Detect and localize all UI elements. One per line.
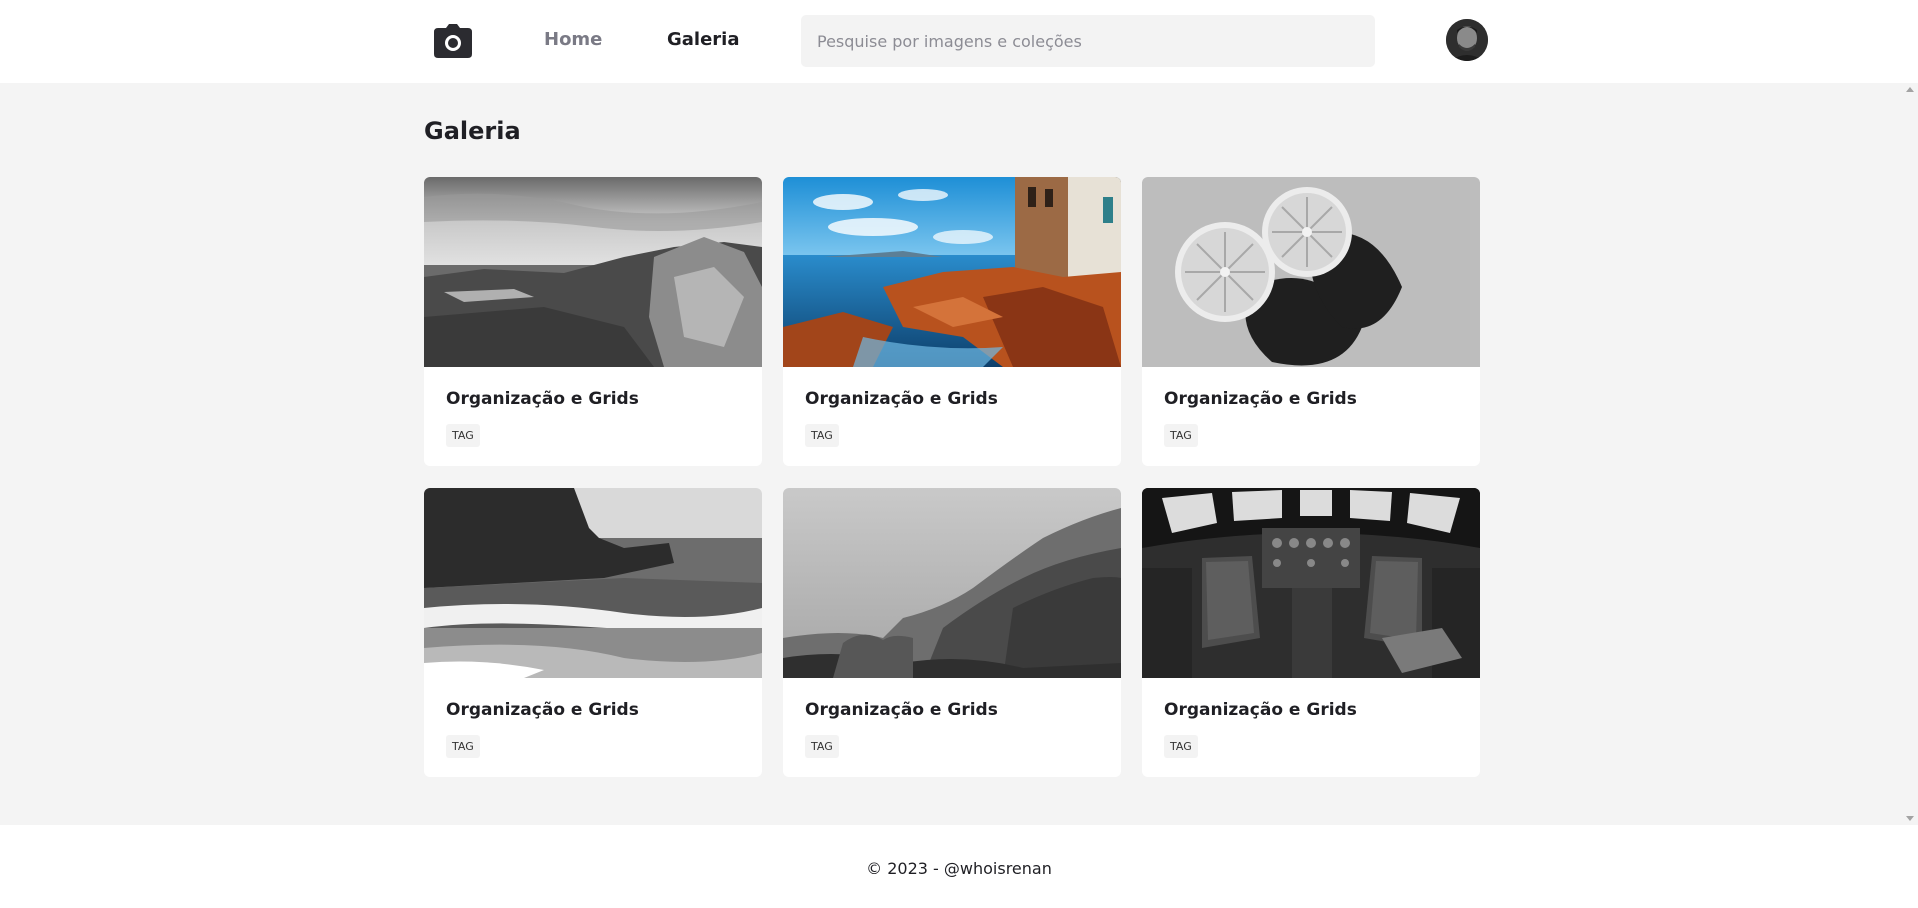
card-tag[interactable]: TAG	[1164, 424, 1198, 447]
gallery-card[interactable]: Organização e Grids TAG	[783, 177, 1121, 466]
gallery-card[interactable]: Organização e Grids TAG	[1142, 488, 1480, 777]
gallery-section: Galeria Organização e Grids TAG Organiza…	[0, 83, 1918, 825]
nav-link-gallery[interactable]: Galeria	[667, 29, 740, 50]
card-image-coastal-rocks	[783, 177, 1121, 367]
card-tag[interactable]: TAG	[446, 424, 480, 447]
gallery-card[interactable]: Organização e Grids TAG	[424, 488, 762, 777]
card-tag[interactable]: TAG	[805, 735, 839, 758]
gallery-card[interactable]: Organização e Grids TAG	[424, 177, 762, 466]
search-input[interactable]	[801, 15, 1375, 67]
card-title: Organização e Grids	[805, 700, 998, 720]
page-title: Galeria	[424, 117, 521, 145]
footer-copyright: © 2023 - @whoisrenan	[866, 859, 1052, 878]
footer: © 2023 - @whoisrenan	[0, 825, 1918, 908]
scroll-down-arrow-icon[interactable]	[1906, 816, 1914, 821]
scroll-up-arrow-icon[interactable]	[1906, 87, 1914, 92]
top-navigation-bar: Home Galeria	[0, 0, 1918, 83]
card-tag[interactable]: TAG	[805, 424, 839, 447]
camera-icon[interactable]	[434, 24, 472, 58]
user-avatar[interactable]	[1446, 19, 1488, 61]
card-image-rocky-coast	[424, 177, 762, 367]
card-title: Organização e Grids	[446, 700, 639, 720]
card-image-beach-cliff	[424, 488, 762, 678]
card-image-airplane-cockpit	[1142, 488, 1480, 678]
card-tag[interactable]: TAG	[446, 735, 480, 758]
nav-link-home[interactable]: Home	[544, 29, 602, 50]
avatar-image	[1446, 19, 1488, 61]
card-title: Organização e Grids	[805, 389, 998, 409]
card-tag[interactable]: TAG	[1164, 735, 1198, 758]
card-title: Organização e Grids	[1164, 700, 1357, 720]
card-image-foggy-forest	[783, 488, 1121, 678]
card-title: Organização e Grids	[446, 389, 639, 409]
card-image-lemon-halves	[1142, 177, 1480, 367]
card-title: Organização e Grids	[1164, 389, 1357, 409]
gallery-card[interactable]: Organização e Grids TAG	[1142, 177, 1480, 466]
gallery-card[interactable]: Organização e Grids TAG	[783, 488, 1121, 777]
